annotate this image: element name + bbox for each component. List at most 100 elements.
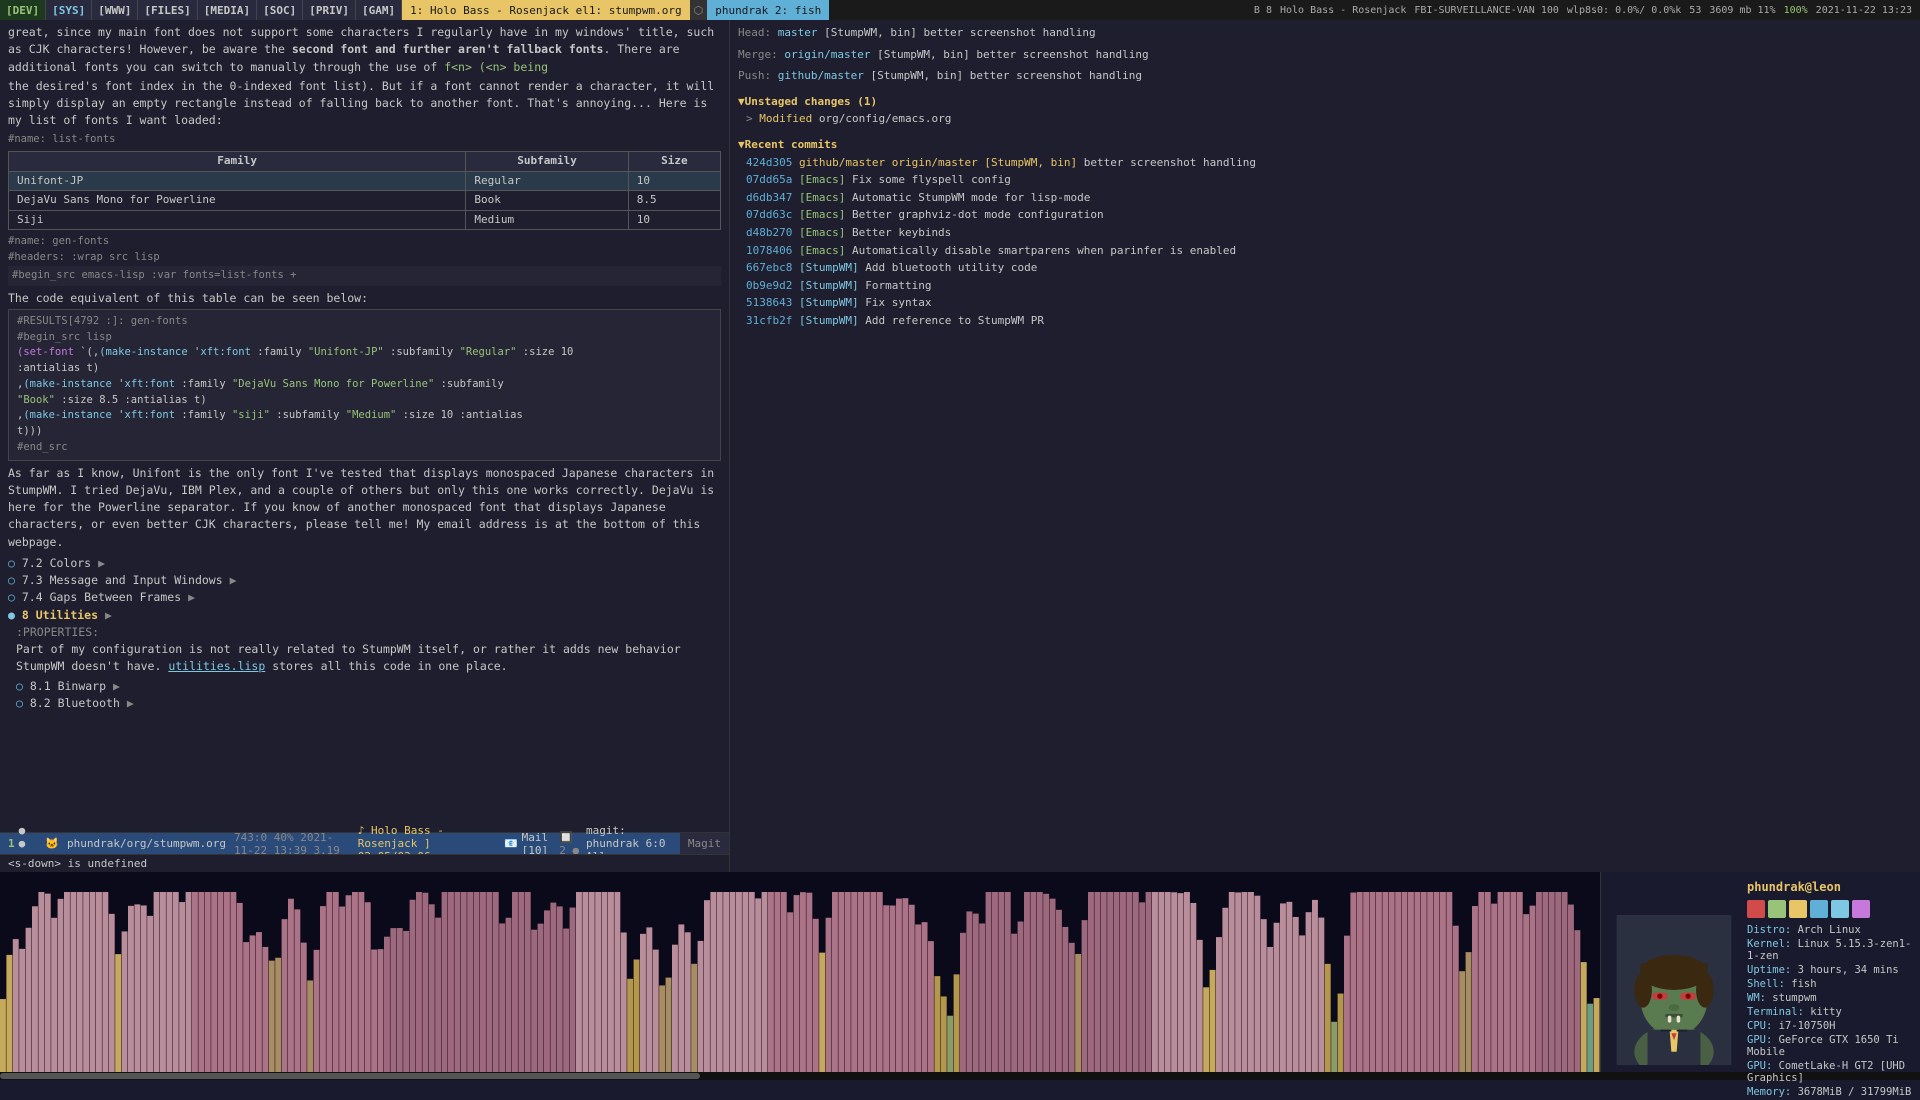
- mode-line: 1 ● ● ● 🐱 phundrak/org/stumpwm.org 743:0…: [0, 833, 680, 855]
- magit-head: Head: master [StumpWM, bin] better scree…: [738, 24, 1912, 42]
- magit-merge: Merge: origin/master [StumpWM, bin] bett…: [738, 46, 1912, 64]
- commit-msg: Better keybinds: [852, 226, 951, 239]
- swatch-green: [1768, 900, 1786, 918]
- gpu1-info: GPU: GeForce GTX 1650 Ti Mobile: [1747, 1034, 1912, 1058]
- shell-label: Shell:: [1747, 978, 1791, 990]
- table-cell: Siji: [9, 210, 466, 230]
- window-stumpwm[interactable]: 1: Holo Bass - Rosenjack el1: stumpwm.or…: [402, 0, 690, 20]
- battery-info: B 8: [1254, 5, 1272, 16]
- workspace-www[interactable]: [WWW]: [92, 0, 138, 20]
- commit-row-2[interactable]: 07dd65a [Emacs] Fix some flyspell config: [746, 171, 1912, 189]
- bottom-section: phundrak@leon Distro: Arch Linux Kernel:…: [0, 872, 1920, 1072]
- commit-hash: 424d305: [746, 156, 799, 169]
- workspace-files[interactable]: [FILES]: [138, 0, 197, 20]
- music-info: Holo Bass - Rosenjack: [1280, 5, 1406, 16]
- workspace-soc[interactable]: [SOC]: [257, 0, 303, 20]
- commit-row-8[interactable]: 0b9e9d2 [StumpWM] Formatting: [746, 277, 1912, 295]
- commit-row-9[interactable]: 5138643 [StumpWM] Fix syntax: [746, 294, 1912, 312]
- workspace-priv[interactable]: [PRIV]: [303, 0, 356, 20]
- sysinfo-details: phundrak@leon Distro: Arch Linux Kernel:…: [1739, 880, 1912, 1100]
- battery-percent: 100%: [1784, 5, 1808, 16]
- table-col-family: Family: [9, 152, 466, 172]
- table-cell: Unifont-JP: [9, 171, 466, 191]
- nav-item-81[interactable]: ○ 8.1 Binwarp ▶: [8, 678, 721, 695]
- shell-value: fish: [1791, 978, 1816, 990]
- memory-value: 3678MiB / 31799MiB: [1798, 1086, 1912, 1098]
- nav-item-72[interactable]: ○ 7.2 Colors ▶: [8, 555, 721, 572]
- wm-label: WM:: [1747, 992, 1772, 1004]
- modified-file: org/config/emacs.org: [819, 112, 951, 125]
- mini-buffer: <s-down> is undefined: [0, 854, 729, 872]
- commit-tag: [StumpWM]: [799, 296, 865, 309]
- memory-usage: 3609 mb 11%: [1709, 5, 1775, 16]
- swatch-blue: [1810, 900, 1828, 918]
- commit-msg: Formatting: [865, 279, 931, 292]
- network-name: FBI-SURVEILLANCE-VAN 100: [1414, 5, 1559, 16]
- nav-item-8[interactable]: ● 8 Utilities ▶: [8, 607, 721, 624]
- commit-msg: better screenshot handling: [1084, 156, 1256, 169]
- scroll-thumb[interactable]: [0, 1073, 700, 1079]
- main-area: great, since my main font does not suppo…: [0, 20, 1920, 872]
- distro-info: Distro: Arch Linux: [1747, 924, 1912, 936]
- table-cell: Book: [466, 191, 628, 211]
- buffer-num-right: 🔲 2 ●: [559, 831, 582, 857]
- commit-hash: 0b9e9d2: [746, 279, 799, 292]
- window-fish[interactable]: phundrak 2: fish: [707, 0, 829, 20]
- commit-row-3[interactable]: d6db347 [Emacs] Automatic StumpWM mode f…: [746, 189, 1912, 207]
- results-block: #RESULTS[4792 :]: gen-fonts #begin_src l…: [8, 309, 721, 461]
- code-equiv-text: The code equivalent of this table can be…: [8, 290, 721, 307]
- workspace-sys[interactable]: [SYS]: [46, 0, 92, 20]
- color-swatches: [1747, 900, 1912, 918]
- workspace-media[interactable]: [MEDIA]: [198, 0, 257, 20]
- commit-msg: Automatically disable smartparens when p…: [852, 244, 1236, 257]
- memory-label: Memory:: [1747, 1086, 1798, 1098]
- swatch-cyan: [1831, 900, 1849, 918]
- commit-row-7[interactable]: 667ebc8 [StumpWM] Add bluetooth utility …: [746, 259, 1912, 277]
- workspace-dev[interactable]: [DEV]: [0, 0, 46, 20]
- nav-item-82[interactable]: ○ 8.2 Bluetooth ▶: [8, 695, 721, 712]
- org-paragraph-2: the desired's font index in the 0-indexe…: [8, 78, 721, 130]
- nav-item-74[interactable]: ○ 7.4 Gaps Between Frames ▶: [8, 589, 721, 606]
- kernel-label: Kernel:: [1747, 938, 1798, 950]
- modified-file-row[interactable]: > Modified org/config/emacs.org: [738, 110, 1912, 128]
- commit-row-6[interactable]: 1078406 [Emacs] Automatically disable sm…: [746, 242, 1912, 260]
- unstaged-header[interactable]: ▼Unstaged changes (1): [738, 93, 1912, 111]
- music-visualizer: [0, 872, 1600, 1072]
- table-col-size: Size: [628, 152, 720, 172]
- commit-row-5[interactable]: d48b270 [Emacs] Better keybinds: [746, 224, 1912, 242]
- code-line-1: (set-font `(,(make-instance 'xft:font :f…: [17, 345, 712, 361]
- commit-row-4[interactable]: 07dd63c [Emacs] Better graphviz-dot mode…: [746, 206, 1912, 224]
- table-cell: DejaVu Sans Mono for Powerline: [9, 191, 466, 211]
- nav-item-73[interactable]: ○ 7.3 Message and Input Windows ▶: [8, 572, 721, 589]
- commit-row-1[interactable]: 424d305 github/master origin/master [Stu…: [746, 154, 1912, 172]
- shell-info: Shell: fish: [1747, 978, 1912, 990]
- commit-msg: Better graphviz-dot mode configuration: [852, 208, 1104, 221]
- code-line-4: "Book" :size 8.5 :antialias t): [17, 393, 712, 409]
- commit-hash: 1078406: [746, 244, 799, 257]
- commit-msg: Fix syntax: [865, 296, 931, 309]
- org-content: great, since my main font does not suppo…: [0, 20, 729, 832]
- memory-info: Memory: 3678MiB / 31799MiB: [1747, 1086, 1912, 1098]
- uptime-label: Uptime:: [1747, 964, 1798, 976]
- commits-list: 424d305 github/master origin/master [Stu…: [738, 154, 1912, 330]
- workspace-gam[interactable]: [GAM]: [356, 0, 402, 20]
- head-branch: master: [778, 26, 818, 39]
- window-separator: ⬡: [690, 0, 708, 20]
- kernel-info: Kernel: Linux 5.15.3-zen1-1-zen: [1747, 938, 1912, 962]
- terminal-info: Terminal: kitty: [1747, 1006, 1912, 1018]
- utilities-text: Part of my configuration is not really r…: [8, 641, 721, 676]
- table-cell: Regular: [466, 171, 628, 191]
- recent-commits-header[interactable]: ▼Recent commits: [738, 136, 1912, 154]
- begin-src: #begin_src lisp: [17, 330, 712, 346]
- cat-icon: 🐱: [45, 837, 59, 850]
- commit-row-10[interactable]: 31cfb2f [StumpWM] Add reference to Stump…: [746, 312, 1912, 330]
- network-speed: wlp8s0: 0.0%/ 0.0%k: [1567, 5, 1681, 16]
- modified-label: Modified: [759, 112, 812, 125]
- top-bar-right: B 8 Holo Bass - Rosenjack FBI-SURVEILLAN…: [1246, 5, 1920, 16]
- magit-push: Push: github/master [StumpWM, bin] bette…: [738, 67, 1912, 85]
- top-bar: [DEV] [SYS] [WWW] [FILES] [MEDIA] [SOC] …: [0, 0, 1920, 20]
- org-paragraph-1: great, since my main font does not suppo…: [8, 24, 721, 76]
- cpu-info: CPU: i7-10750H: [1747, 1020, 1912, 1032]
- head-value: [StumpWM, bin] better screenshot handlin…: [824, 26, 1096, 39]
- mail-count: Mail [10]: [522, 831, 556, 857]
